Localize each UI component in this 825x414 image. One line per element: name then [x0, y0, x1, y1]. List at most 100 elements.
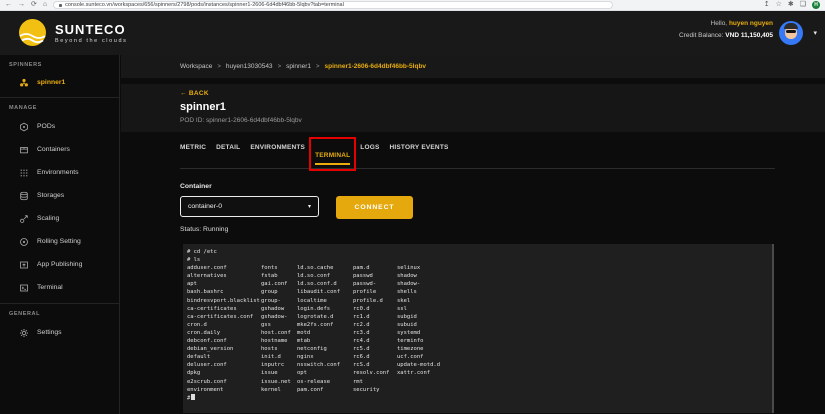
terminal-scrollbar[interactable] — [772, 244, 774, 413]
terminal-panel[interactable]: # cd /etc # ls adduser.conf fonts ld.so.ca… — [183, 244, 774, 413]
terminal-controls: Container container-0 ▾ CONNECT Status: … — [180, 183, 825, 233]
scale-out-icon — [19, 214, 29, 224]
terminal-listing-row: ca-certificates.conf gshadow-logrotate.d r… — [187, 313, 417, 320]
sidebar: SPINNERS spinner1 MANAGE PODs Containers — [0, 55, 120, 414]
tab-logs[interactable]: LOGS — [360, 144, 379, 162]
sidebar-divider — [0, 303, 119, 304]
share-icon[interactable]: ↥ — [764, 0, 770, 10]
target-circle-icon — [19, 237, 29, 247]
pod-header-panel: ← BACK spinner1 POD ID: spinner1-2606-6d… — [121, 84, 825, 132]
sidebar-item-terminal[interactable]: Terminal — [0, 276, 119, 299]
tab-history-events[interactable]: HISTORY EVENTS — [390, 144, 449, 162]
breadcrumb-user[interactable]: huyen13030543 — [226, 63, 273, 70]
terminal-listing-row: environment kernel pam.conf security — [187, 386, 380, 393]
url-text: console.sunteco.vn/workspaces/656/spinne… — [65, 2, 344, 8]
sidebar-section-manage: MANAGE — [9, 105, 38, 111]
terminal-listing-row: adduser.conf fonts ld.so.cache pam.d selinux — [187, 265, 421, 272]
breadcrumb: Workspace > huyen13030543 > spinner1 > s… — [121, 55, 825, 78]
tab-detail[interactable]: DETAIL — [216, 144, 240, 162]
browser-forward-icon[interactable]: → — [18, 0, 25, 10]
terminal-listing-row: debconf.conf hostname mtab rc4.d terminfo — [187, 338, 424, 345]
terminal-listing: adduser.conf fonts ld.so.cache pam.d selinux… — [187, 264, 770, 394]
sidebar-item-settings[interactable]: Settings — [0, 321, 119, 344]
sidebar-item-containers[interactable]: Containers — [0, 138, 119, 161]
sidebar-section-spinners: SPINNERS — [9, 62, 42, 68]
terminal-listing-row: cron.d gss mke2fs.conf rc2.d subuid — [187, 321, 417, 328]
pods-icon — [19, 122, 29, 132]
connect-button[interactable]: CONNECT — [336, 196, 413, 219]
sidebar-item-spinner1[interactable]: spinner1 — [0, 72, 119, 93]
breadcrumb-spinner[interactable]: spinner1 — [286, 63, 311, 70]
container-select-value: container-0 — [188, 203, 223, 210]
back-arrow-icon: ← — [180, 90, 187, 97]
user-avatar[interactable] — [779, 21, 803, 45]
tab-terminal[interactable]: TERMINAL — [315, 152, 350, 159]
sidebar-item-pods[interactable]: PODs — [0, 115, 119, 138]
terminal-prompt-line: # — [187, 393, 770, 403]
container-select[interactable]: container-0 ▾ — [180, 196, 319, 217]
credit-value: VND 11,150,405 — [725, 32, 773, 39]
credit-balance: Credit Balance: VND 11,150,405 — [679, 32, 773, 39]
terminal-listing-row: bindresvport.blacklist group-localtime pro… — [187, 297, 411, 304]
back-button[interactable]: ← BACK — [180, 90, 825, 97]
terminal-listing-row: bash.bashrc group libaudit.conf profile shel… — [187, 289, 417, 296]
container-label: Container — [180, 183, 212, 190]
breadcrumb-workspace[interactable]: Workspace — [180, 63, 212, 70]
gear-icon — [19, 328, 29, 338]
bookmark-star-icon[interactable]: ☆ — [776, 0, 782, 10]
sidebar-item-storages[interactable]: Storages — [0, 184, 119, 207]
browser-toolbar: ← → ⟳ ⌂ console.sunteco.vn/workspaces/65… — [0, 0, 825, 11]
app-header: SUNTECO Beyond the clouds Hello, huyen n… — [0, 11, 825, 55]
publish-icon — [19, 260, 29, 270]
spinner-icon — [19, 78, 29, 88]
page-title: spinner1 — [180, 101, 226, 113]
tab-environments[interactable]: ENVIRONMENTS — [250, 144, 305, 162]
tab-bar: METRIC DETAIL ENVIRONMENTS TERMINAL LOGS… — [180, 137, 775, 171]
terminal-listing-row: dpkg issue opt resolv.conf xattr.conf — [187, 370, 431, 377]
terminal-listing-row: cron.daily host.conf motd rc3.d systemd — [187, 329, 421, 336]
terminal-command-line: # ls — [187, 257, 201, 264]
tab-metric[interactable]: METRIC — [180, 144, 206, 162]
terminal-listing-row: ca-certificates gshadow login.defs rc0.d ssl — [187, 305, 407, 312]
terminal-listing-row: alternatives fstab ld.so.conf passwd shadow — [187, 273, 417, 280]
username: huyen nguyen — [728, 20, 773, 27]
sidebar-item-environments[interactable]: Environments — [0, 161, 119, 184]
sunteco-logo[interactable]: SUNTECO Beyond the clouds — [18, 18, 127, 47]
sun-logo-icon — [19, 19, 46, 46]
brand-tagline: Beyond the clouds — [55, 37, 128, 44]
chevron-down-icon: ▾ — [307, 204, 311, 210]
terminal-listing-row: e2scrub.conf issue.net os-release rmt — [187, 378, 363, 385]
terminal-listing-row: default init.d nginx rc6.d ucf.conf — [187, 354, 424, 361]
terminal-listing-row: apt gai.conf ld.so.conf.d passwd-shadow- — [187, 281, 421, 288]
terminal-icon — [19, 283, 29, 293]
tab-window-icon[interactable]: ❏ — [800, 0, 806, 10]
terminal-command-line: # cd /etc — [187, 249, 217, 255]
greeting-text: Hello, huyen nguyen — [710, 20, 774, 27]
terminal-listing-row: debian_version hosts netconfig rc5.d timezon… — [187, 346, 424, 353]
browser-profile-avatar[interactable]: H — [812, 1, 820, 9]
browser-back-icon[interactable]: ← — [5, 0, 12, 10]
browser-actions: ↥ ☆ ✱ ❏ H — [764, 0, 820, 10]
main-content: Workspace > huyen13030543 > spinner1 > s… — [121, 55, 825, 414]
address-bar[interactable]: console.sunteco.vn/workspaces/656/spinne… — [53, 1, 614, 9]
container-box-icon — [19, 145, 29, 155]
extensions-icon[interactable]: ✱ — [788, 0, 794, 10]
browser-home-icon[interactable]: ⌂ — [43, 0, 47, 10]
terminal-listing-row: deluser.conf inputrc nsswitch.conf rcS.d upd… — [187, 362, 441, 369]
browser-reload-icon[interactable]: ⟳ — [31, 0, 37, 10]
lock-icon — [59, 3, 63, 7]
sidebar-item-rolling-setting[interactable]: Rolling Setting — [0, 230, 119, 253]
account-summary: Hello, huyen nguyen Credit Balance: VND … — [679, 20, 773, 39]
database-icon — [19, 191, 29, 201]
sidebar-item-app-publishing[interactable]: App Publishing — [0, 253, 119, 276]
brand-name: SUNTECO — [55, 21, 126, 37]
page: ← → ⟳ ⌂ console.sunteco.vn/workspaces/65… — [0, 0, 825, 414]
sidebar-item-scaling[interactable]: Scaling — [0, 207, 119, 230]
terminal-cursor — [191, 393, 195, 401]
pod-id-text: POD ID: spinner1-2606-6d4dbf46bb-5lqbv — [180, 117, 302, 124]
breadcrumb-current-pod: spinner1-2606-6d4dbf46bb-5lqbv — [324, 63, 427, 70]
grid-dots-icon — [19, 168, 29, 178]
status-text: Status: Running — [180, 226, 229, 233]
account-menu-caret-icon[interactable]: ▾ — [813, 29, 817, 37]
sidebar-divider — [0, 97, 119, 98]
